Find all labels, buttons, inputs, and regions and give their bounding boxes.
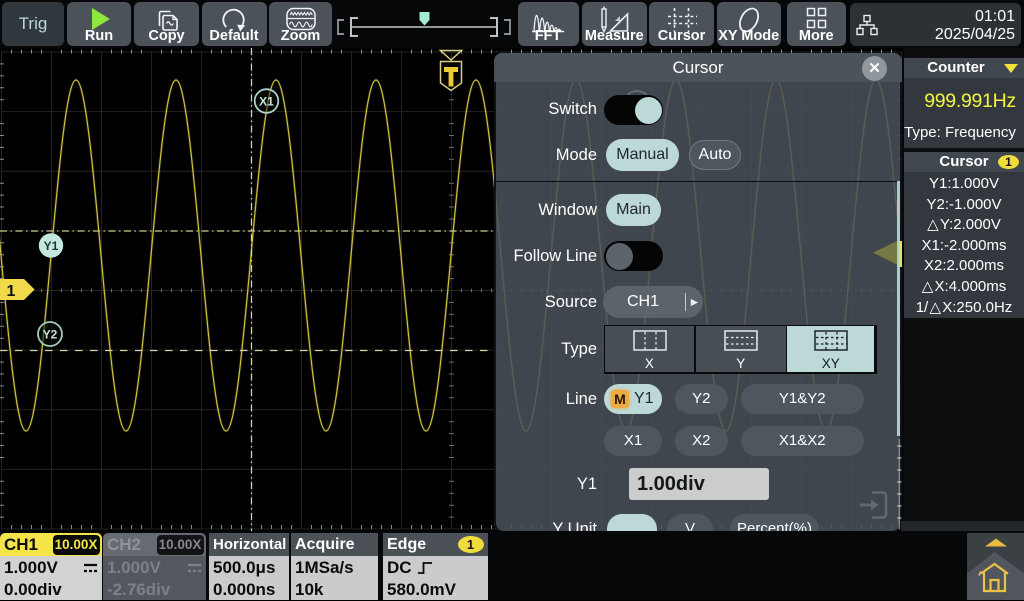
svg-text:X1: X1 bbox=[259, 95, 274, 109]
svg-text:1: 1 bbox=[7, 283, 16, 300]
svg-text:Y2: Y2 bbox=[43, 328, 58, 342]
svg-text:Y1: Y1 bbox=[44, 239, 59, 253]
